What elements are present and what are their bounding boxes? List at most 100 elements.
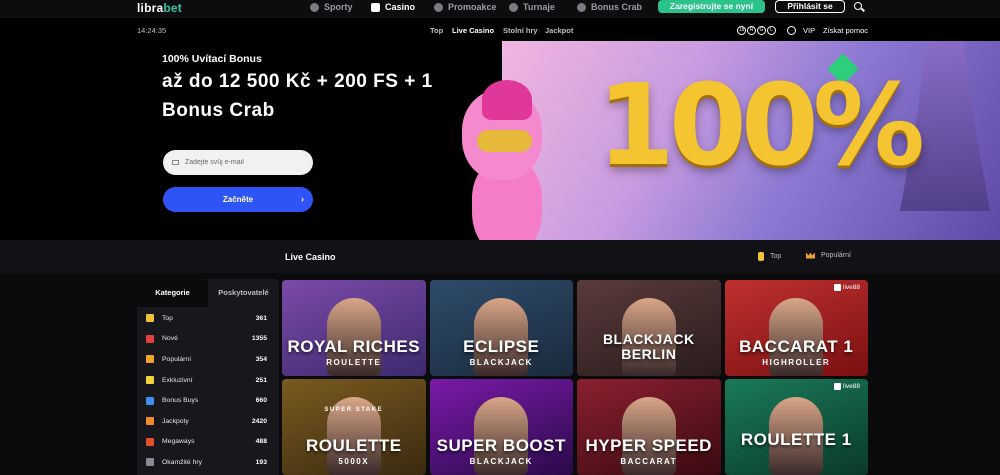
vip-link[interactable]: VIP bbox=[803, 26, 815, 35]
category-icon bbox=[146, 334, 154, 343]
sidebar-item-megaways[interactable]: Megaways 488 bbox=[137, 432, 279, 453]
tab-stolni-hry[interactable]: Stolní hry bbox=[503, 26, 538, 35]
responsible-gaming-icons[interactable]: 18 R G L bbox=[737, 26, 776, 35]
top-nav: librabet Sporty Casino Promoakce Turnaje… bbox=[0, 0, 1000, 18]
tab-poskytovatele[interactable]: Poskytovatelé bbox=[208, 279, 279, 307]
category-count: 1355 bbox=[251, 335, 267, 343]
category-label: Megaways bbox=[162, 438, 195, 446]
game-subtitle: ROULETTE bbox=[326, 358, 382, 367]
game-tag: SUPER STAKE bbox=[324, 407, 384, 413]
gambling-icon: G bbox=[757, 26, 766, 35]
category-icon bbox=[146, 437, 154, 446]
category-list: Top 361 Nové 1355 Populární 354 Exkluzivní 251 B… bbox=[137, 307, 279, 473]
crown-icon bbox=[806, 252, 815, 259]
section-title: Live Casino bbox=[285, 252, 336, 262]
provider-badge: live88 bbox=[834, 284, 860, 291]
help-link[interactable]: Získat pomoc bbox=[823, 26, 868, 35]
promo-banner[interactable]: 100% bbox=[502, 41, 1000, 240]
globe-icon[interactable] bbox=[787, 26, 796, 35]
search-icon[interactable] bbox=[854, 2, 862, 10]
game-subtitle: HIGHROLLER bbox=[762, 358, 831, 367]
trophy-icon bbox=[509, 2, 518, 12]
nav-item-promoakce[interactable]: Promoakce bbox=[434, 2, 497, 12]
game-title: BACCARAT 1 bbox=[739, 337, 854, 356]
content-area: Kategorie Poskytovatelé Top 361 Nové 1355 Po… bbox=[0, 273, 1000, 475]
sidebar-item-bonus-buys[interactable]: Bonus Buys 660 bbox=[137, 390, 279, 411]
game-subtitle: BLACKJACK bbox=[469, 358, 533, 367]
game-tile[interactable]: HYPER SPEED BACCARAT bbox=[577, 379, 721, 475]
limit-icon: L bbox=[767, 26, 776, 35]
game-title: ROYAL RICHES bbox=[287, 337, 421, 356]
tab-top[interactable]: Top bbox=[430, 26, 443, 35]
category-label: Bonus Buys bbox=[162, 397, 199, 405]
category-icon bbox=[146, 396, 154, 405]
game-title: ECLIPSE bbox=[463, 337, 540, 356]
sport-icon bbox=[310, 2, 319, 12]
game-subtitle: 5000X bbox=[338, 457, 370, 466]
game-tile[interactable]: SUPER STAKE ROULETTE 5000X bbox=[282, 379, 426, 475]
category-count: 193 bbox=[255, 458, 267, 466]
coin-icon bbox=[758, 252, 764, 261]
nav-item-bonus-crab[interactable]: Bonus Crab bbox=[577, 2, 642, 12]
game-subtitle: BLACKJACK bbox=[469, 457, 533, 466]
category-icon bbox=[146, 314, 154, 323]
game-tile[interactable]: BLACKJACK BERLIN bbox=[577, 280, 721, 376]
category-label: Top bbox=[162, 314, 173, 322]
category-icon bbox=[146, 376, 154, 385]
hero: 100% Uvítací Bonus až do 12 500 Kč + 200… bbox=[0, 40, 1000, 255]
banner-percent: 100% bbox=[597, 61, 925, 191]
tab-live-casino[interactable]: Live Casino bbox=[452, 26, 494, 35]
game-subtitle: BACCARAT bbox=[620, 457, 678, 466]
bonus-subtitle: 100% Uvítací Bonus bbox=[162, 53, 262, 65]
crab-icon bbox=[577, 2, 586, 12]
category-label: Jackpoty bbox=[162, 417, 189, 425]
age-18-icon: 18 bbox=[737, 26, 746, 35]
email-field[interactable] bbox=[163, 150, 313, 175]
arrow-right-icon: › bbox=[301, 194, 304, 204]
sidebar-item-top[interactable]: Top 361 bbox=[137, 308, 279, 329]
sidebar-item-populární[interactable]: Populární 354 bbox=[137, 349, 279, 370]
game-title: HYPER SPEED bbox=[585, 436, 712, 455]
filter-popular[interactable]: Populární bbox=[806, 252, 851, 259]
start-button[interactable]: Začněte › bbox=[163, 187, 313, 212]
responsible-icon: R bbox=[747, 26, 756, 35]
login-button[interactable]: Přihlásit se bbox=[775, 0, 845, 13]
game-title: ROULETTE 1 bbox=[740, 430, 852, 449]
game-tile[interactable]: SUPER BOOST BLACKJACK bbox=[429, 379, 573, 475]
email-input[interactable] bbox=[185, 159, 305, 166]
category-count: 2420 bbox=[251, 417, 267, 425]
section-header: Live Casino Top Populární bbox=[0, 240, 1000, 273]
sidebar-item-okamžité-hry[interactable]: Okamžité hry 193 bbox=[137, 452, 279, 473]
nav-item-turnaje[interactable]: Turnaje bbox=[509, 2, 555, 12]
sidebar-item-jackpoty[interactable]: Jackpoty 2420 bbox=[137, 411, 279, 432]
game-tile[interactable]: live88 ROULETTE 1 bbox=[724, 379, 868, 475]
category-count: 488 bbox=[255, 438, 267, 446]
category-count: 354 bbox=[255, 355, 267, 363]
casino-icon bbox=[371, 2, 380, 12]
clock: 14:24:35 bbox=[137, 26, 167, 35]
category-count: 251 bbox=[255, 376, 267, 384]
tab-kategorie[interactable]: Kategorie bbox=[137, 279, 208, 307]
nav-item-casino[interactable]: Casino bbox=[371, 2, 415, 12]
provider-logo-icon bbox=[834, 383, 842, 390]
games-grid: ROYAL RICHES ROULETTE ECLIPSE BLACKJACK BLAC… bbox=[282, 280, 868, 475]
game-tile[interactable]: ECLIPSE BLACKJACK bbox=[429, 280, 573, 376]
tab-jackpot[interactable]: Jackpot bbox=[545, 26, 573, 35]
category-label: Nové bbox=[162, 335, 178, 343]
filter-top[interactable]: Top bbox=[758, 252, 781, 261]
game-tile[interactable]: live88 BACCARAT 1 HIGHROLLER bbox=[724, 280, 868, 376]
category-icon bbox=[146, 458, 154, 467]
nav-item-sporty[interactable]: Sporty bbox=[310, 2, 353, 12]
sidebar-item-exkluzivní[interactable]: Exkluzivní 251 bbox=[137, 370, 279, 391]
sidebar-item-nové[interactable]: Nové 1355 bbox=[137, 329, 279, 350]
provider-logo-icon bbox=[834, 284, 842, 291]
category-label: Populární bbox=[162, 355, 192, 363]
game-tile[interactable]: ROYAL RICHES ROULETTE bbox=[282, 280, 426, 376]
logo[interactable]: librabet bbox=[137, 1, 182, 15]
promo-icon bbox=[434, 2, 443, 12]
register-button[interactable]: Zaregistrujte se nyní bbox=[658, 0, 765, 13]
category-count: 660 bbox=[255, 397, 267, 405]
category-label: Okamžité hry bbox=[162, 458, 203, 466]
category-icon bbox=[146, 355, 154, 364]
category-label: Exkluzivní bbox=[162, 376, 193, 384]
